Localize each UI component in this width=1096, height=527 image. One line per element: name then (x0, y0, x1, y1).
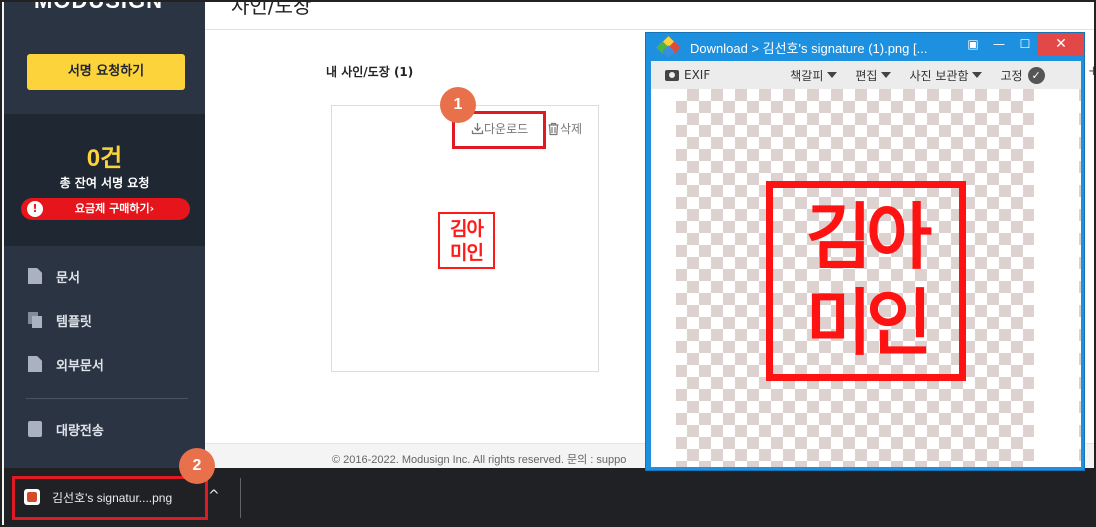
bulk-send-icon (28, 421, 42, 437)
step-badge-1: 1 (440, 87, 476, 123)
template-icon (28, 312, 42, 328)
exif-label: EXIF (684, 68, 711, 82)
photo-storage-label: 사진 보관함 (909, 68, 969, 83)
viewer-title: Download > 김선호's signature (1).png [... (690, 40, 928, 56)
chevron-right-icon: › (149, 202, 155, 215)
sidebar-item-bulk-send[interactable]: 대량전송 (28, 418, 104, 440)
download-bar-separator (240, 478, 241, 518)
trash-icon (548, 122, 559, 135)
delete-label: 삭제 (560, 122, 583, 136)
canvas-margin-left (651, 89, 676, 467)
image-viewer-window: Download > 김선호's signature (1).png [... … (645, 32, 1085, 471)
credit-label: 총 잔여 서명 요청 (59, 176, 150, 190)
caret-down-icon (972, 72, 983, 78)
warning-icon: ! (27, 201, 43, 217)
pin-button[interactable]: 고정 ✓ (1000, 66, 1045, 84)
viewer-toolbar: EXIF 책갈피 편집 사진 보관함 고정 ✓ (651, 61, 1081, 89)
minimize-button[interactable]: — (986, 33, 1012, 55)
caret-down-icon (881, 72, 892, 78)
page-title: 사인/도장 (231, 0, 312, 18)
credit-panel: 0건 총 잔여 서명 요청 ! 요금제 구매하기› (4, 114, 205, 246)
bookmark-menu[interactable]: 책갈피 (790, 67, 838, 84)
external-document-icon (28, 356, 42, 372)
sidebar-item-label: 대량전송 (56, 423, 104, 439)
page-header: 사인/도장 (205, 0, 1094, 30)
bookmark-label: 책갈피 (790, 68, 824, 83)
sidebar-item-label: 문서 (56, 270, 80, 286)
maximize-button[interactable]: ☐ (1012, 33, 1038, 55)
sidebar-divider (26, 398, 188, 399)
document-icon (28, 268, 42, 284)
viewer-app-icon (656, 36, 681, 58)
edit-menu[interactable]: 편집 (855, 67, 892, 84)
caret-down-icon (827, 72, 838, 78)
sign-request-button[interactable]: 서명 요청하기 (27, 54, 185, 90)
chevron-up-icon[interactable]: ^ (208, 488, 220, 504)
screen: MODUSIGN 서명 요청하기 0건 총 잔여 서명 요청 ! 요금제 구매하… (0, 0, 1096, 527)
delete-button[interactable]: 삭제 (547, 120, 582, 137)
buy-plan-button[interactable]: ! 요금제 구매하기› (21, 198, 190, 220)
pin-label: 고정 (1000, 68, 1023, 83)
canvas-margin-right (1034, 89, 1079, 467)
stamp-text-line-1: 김아 (450, 218, 484, 240)
section-title: 내 사인/도장 (1) (326, 65, 414, 79)
file-highlight-box (12, 476, 208, 520)
credit-count: 0건 (86, 145, 123, 172)
buy-plan-label: 요금제 구매하기 (74, 202, 150, 215)
check-icon: ✓ (1027, 66, 1045, 84)
sidebar-item-label: 템플릿 (56, 314, 92, 330)
stamp-text-line-2: 미인 (805, 281, 932, 365)
close-button[interactable]: ✕ (1038, 33, 1084, 55)
footer-copyright: © 2016-2022. Modusign Inc. All rights re… (332, 454, 627, 466)
stamp-text-line-1: 김아 (805, 195, 932, 279)
viewer-titlebar[interactable]: Download > 김선호's signature (1).png [... … (646, 33, 1084, 61)
stamp-preview[interactable]: 김아 미인 (438, 212, 495, 269)
camera-icon (665, 69, 679, 81)
sidebar-item-external-documents[interactable]: 외부문서 (28, 353, 104, 375)
stamp-image: 김아 미인 (766, 181, 966, 381)
sidebar-item-documents[interactable]: 문서 (28, 265, 80, 287)
app-logo[interactable]: MODUSIGN (34, 2, 163, 14)
fit-window-icon[interactable]: ▣ (960, 33, 986, 55)
step-badge-2: 2 (179, 448, 215, 484)
exif-button[interactable]: EXIF (665, 68, 710, 82)
sidebar-item-label: 외부문서 (56, 358, 104, 374)
photo-storage-menu[interactable]: 사진 보관함 (909, 67, 983, 84)
plus-icon[interactable]: + (1088, 64, 1094, 79)
stamp-text-line-2: 미인 (450, 242, 484, 264)
edit-label: 편집 (855, 68, 878, 83)
sidebar: MODUSIGN 서명 요청하기 0건 총 잔여 서명 요청 ! 요금제 구매하… (4, 2, 205, 468)
sidebar-item-templates[interactable]: 템플릿 (28, 309, 92, 331)
window-controls: ▣ — ☐ ✕ (960, 33, 1084, 55)
